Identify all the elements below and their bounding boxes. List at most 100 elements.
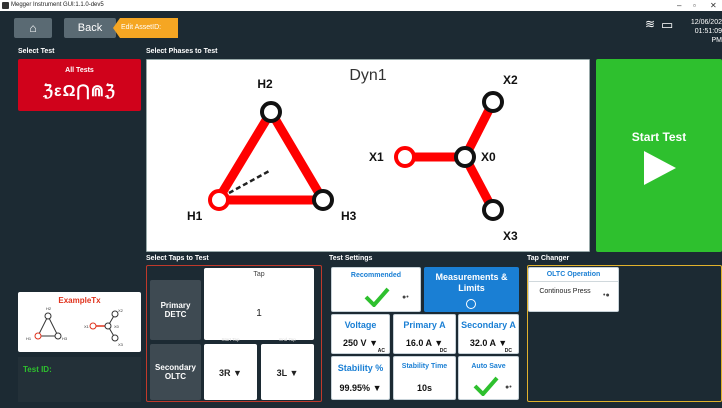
toggle-dots-icon: ●• — [505, 384, 512, 391]
voltage-value: 250 V — [343, 338, 367, 348]
node-x0[interactable] — [454, 146, 476, 168]
voltage-unit: AC — [377, 348, 385, 354]
primary-a-select[interactable]: Primary A 16.0 A ▼ DC — [393, 314, 456, 354]
dropdown-caret-icon: ▼ — [498, 338, 508, 348]
primary-a-value: 16.0 A — [405, 338, 432, 348]
secondary-a-unit: DC — [504, 348, 512, 354]
label-h1: H1 — [187, 209, 203, 223]
test-type-icons: ℨεΩ⋂⋒ℨ — [43, 83, 116, 100]
node-h1[interactable] — [208, 189, 230, 211]
label-x3: X3 — [503, 229, 518, 243]
toggle-dots-icon: •● — [603, 292, 610, 299]
svg-text:H2: H2 — [46, 306, 52, 311]
window-title: Megger Instrument GUI:1.1.0-dev5 — [11, 2, 104, 8]
date-text: 12/06/202 — [690, 19, 722, 26]
stability-select[interactable]: Stability % 99.95% ▼ — [331, 356, 390, 400]
test-id-panel: Test ID: — [18, 357, 141, 402]
auto-save-label: Auto Save — [471, 363, 506, 370]
edit-asset-tab[interactable]: Edit AssetID: ExampleTx — [113, 18, 178, 38]
home-icon: ⌂ — [29, 21, 37, 35]
primary-tap-value: 1 — [256, 308, 262, 319]
svg-text:H3: H3 — [62, 336, 68, 341]
stability-time-field[interactable]: Stability Time 10s — [393, 356, 456, 400]
label-h3: H3 — [341, 209, 357, 223]
label-x2: X2 — [503, 73, 518, 87]
start-test-label: Start Test — [631, 130, 687, 144]
stability-value: 99.95% — [339, 383, 371, 393]
window-titlebar: Megger Instrument GUI:1.1.0-dev5 – ▫ ✕ — [0, 0, 722, 11]
secondary-a-value: 32.0 A — [469, 338, 496, 348]
stability-label: Stability % — [337, 363, 384, 373]
primary-tap-box[interactable]: Tap 1 — [204, 268, 314, 340]
close-button[interactable]: ✕ — [710, 0, 717, 11]
secondary-a-label: Secondary A — [461, 320, 516, 330]
start-tap-value: 3R — [219, 368, 231, 378]
minimize-button[interactable]: – — [677, 0, 681, 11]
label-x1: X1 — [369, 150, 384, 164]
svg-text:X1: X1 — [84, 324, 90, 329]
node-h2[interactable] — [260, 101, 282, 123]
end-tap-label: End Tap — [279, 337, 296, 342]
tap-changer-heading: Tap Changer — [527, 255, 570, 262]
asset-name: ExampleTx — [58, 296, 101, 305]
primary-a-label: Primary A — [403, 320, 446, 330]
maximize-button[interactable]: ▫ — [693, 0, 696, 11]
app-logo-icon — [2, 2, 9, 9]
node-x3[interactable] — [482, 199, 504, 221]
start-tap-label: Start Tap — [221, 337, 240, 342]
stability-time-value: 10s — [416, 383, 433, 393]
dropdown-caret-icon: ▼ — [369, 338, 378, 348]
svg-text:X0: X0 — [114, 324, 120, 329]
select-taps-heading: Select Taps to Test — [146, 255, 209, 262]
vector-group-label: Dyn1 — [349, 67, 386, 84]
node-x1[interactable] — [394, 146, 416, 168]
secondary-a-select[interactable]: Secondary A 32.0 A ▼ DC — [458, 314, 519, 354]
recommended-toggle[interactable]: Recommended ●• — [331, 267, 421, 312]
oltc-operation-toggle[interactable]: OLTC Operation Continous Press •● — [528, 267, 619, 312]
primary-a-unit: DC — [439, 348, 447, 354]
checkmark-icon — [364, 287, 390, 307]
measurements-label: Measurements & Limits — [435, 272, 508, 293]
toggle-dots-icon: ●• — [402, 294, 409, 301]
wifi-icon: ≋ — [645, 17, 656, 31]
asset-diagram-thumbnail: H2 H1 H3 X2 X1 X0 X3 — [26, 306, 124, 347]
time-text: 01:51:09 PM — [694, 28, 722, 44]
svg-text:X2: X2 — [118, 308, 124, 313]
gauge-icon — [466, 299, 476, 309]
node-h3[interactable] — [312, 189, 334, 211]
test-settings-heading: Test Settings — [329, 255, 373, 262]
all-tests-label: All Tests — [65, 67, 94, 74]
svg-text:H1: H1 — [26, 336, 32, 341]
voltage-select[interactable]: Voltage 250 V ▼ AC — [331, 314, 390, 354]
asset-card[interactable]: ExampleTx H2 H1 H3 X2 X1 X0 X3 — [18, 292, 141, 352]
secondary-oltc-label: Secondary OLTC — [150, 344, 201, 400]
checkmark-icon — [473, 376, 499, 396]
home-button[interactable]: ⌂ — [14, 18, 52, 38]
node-x2[interactable] — [482, 91, 504, 113]
phase-h2-h3[interactable] — [266, 107, 328, 205]
oltc-operation-value: Continous Press — [539, 288, 591, 295]
svg-text:X3: X3 — [118, 342, 124, 347]
all-tests-button[interactable]: All Tests ℨεΩ⋂⋒ℨ — [18, 59, 141, 111]
phase-diagram-panel: Dyn1 H2 H1 H3 X1 X0 X2 X3 — [146, 59, 590, 252]
dropdown-caret-icon: ▼ — [434, 338, 444, 348]
select-test-heading: Select Test — [18, 48, 55, 55]
voltage-label: Voltage — [344, 320, 377, 330]
end-tap-value: 3L — [276, 368, 287, 378]
auto-save-toggle[interactable]: Auto Save ●• — [458, 356, 519, 400]
measurements-limits-button[interactable]: Measurements & Limits — [424, 267, 519, 312]
primary-detc-label: Primary DETC — [150, 280, 201, 340]
label-x0: X0 — [481, 150, 496, 164]
label-h2: H2 — [257, 77, 273, 91]
phase-diagram: Dyn1 H2 H1 H3 X1 X0 X2 X3 — [187, 67, 518, 243]
start-test-button[interactable]: Start Test — [596, 59, 722, 252]
dropdown-caret-icon: ▼ — [372, 383, 382, 393]
test-id-label: Test ID: — [23, 365, 52, 374]
dropdown-caret-icon: ▼ — [233, 368, 242, 378]
dropdown-caret-icon: ▼ — [289, 368, 299, 378]
back-button[interactable]: Back — [64, 18, 116, 38]
datetime: 12/06/202 01:51:09 PM — [683, 18, 722, 45]
end-tap-select[interactable]: End Tap 3L ▼ — [261, 337, 314, 400]
start-tap-select[interactable]: Start Tap 3R ▼ — [204, 337, 257, 400]
play-icon — [644, 151, 676, 185]
